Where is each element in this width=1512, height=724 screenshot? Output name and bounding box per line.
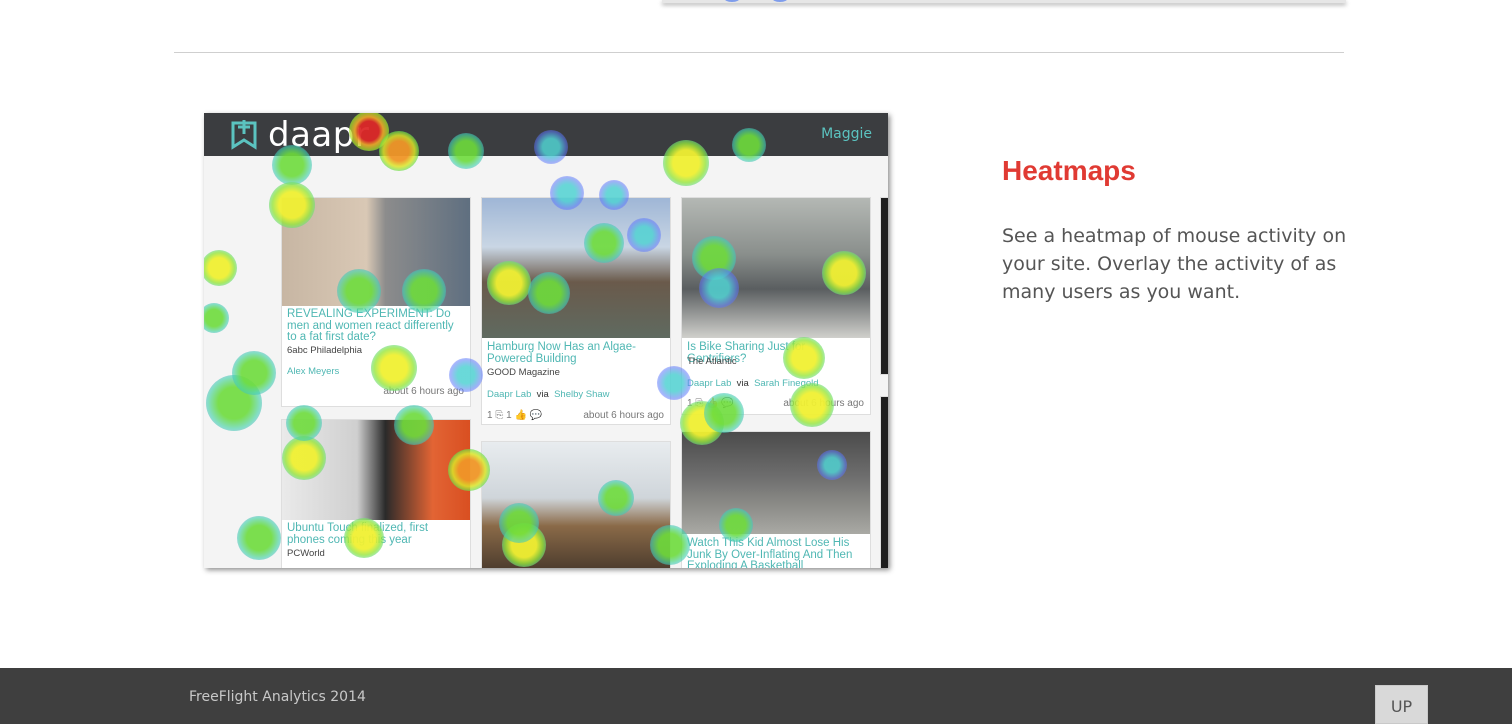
article-card-partial [880, 197, 888, 375]
article-source: The Atlantic [687, 356, 737, 367]
article-sharer: Daapr Lab via Sarah Finegold [687, 378, 819, 389]
article-title: Watch This Kid Almost Lose His Junk By O… [687, 537, 853, 568]
article-thumbnail [682, 198, 870, 338]
article-thumbnail [482, 198, 670, 338]
article-counts: 1 ⎘ 1 👍 💬 [487, 410, 543, 421]
article-source: 6abc Philadelphia [287, 345, 363, 356]
heatmap-preview-image: daapr Maggie REVEALING EXPERIMENT: Do me… [204, 113, 888, 568]
sharer-name: Daapr Lab [487, 389, 532, 400]
heat-spot [204, 250, 237, 286]
heat-spot [206, 375, 262, 431]
via-user: Sarah Finegold [754, 378, 819, 389]
article-time: about 6 hours ago [783, 398, 864, 409]
article-meta: 1 ⎘ 👍 💬 about 6 hours ago [687, 398, 864, 409]
heat-spot [772, 0, 788, 2]
article-title: Hamburg Now Has an Algae-Powered Buildin… [487, 341, 636, 365]
article-card [481, 441, 671, 568]
article-title: Ubuntu Touch finalized, first phones com… [287, 522, 429, 546]
heat-spot [204, 303, 229, 333]
article-card: Watch This Kid Almost Lose His Junk By O… [681, 431, 871, 568]
article-thumbnail [282, 420, 470, 520]
article-card: Is Bike Sharing Just for Gentrifiers? Th… [681, 197, 871, 415]
sharer-name: Alex Meyers [287, 366, 340, 377]
via-label: via [736, 378, 749, 389]
previous-feature-screenshot [662, 0, 1346, 3]
article-card: Hamburg Now Has an Algae-Powered Buildin… [481, 197, 671, 425]
article-card: Ubuntu Touch finalized, first phones com… [281, 419, 471, 568]
article-time: about 6 hours ago [383, 386, 464, 397]
preview-user-name: Maggie [821, 126, 872, 142]
heat-spot [232, 351, 276, 395]
footer: FreeFlight Analytics 2014 [0, 668, 1512, 724]
article-time: about 6 hours ago [583, 410, 664, 421]
article-source: GOOD Magazine [487, 367, 560, 378]
heat-spot [724, 0, 740, 2]
article-sharer: Daapr Lab via Shelby Shaw [487, 389, 610, 400]
feature-title: Heatmaps [1002, 155, 1136, 186]
feature-description: See a heatmap of mouse activity on your … [1002, 225, 1347, 303]
preview-topbar: daapr Maggie [204, 113, 888, 156]
via-label: via [536, 389, 549, 400]
footer-copyright: FreeFlight Analytics 2014 [189, 689, 366, 705]
article-card: REVEALING EXPERIMENT: Do men and women r… [281, 197, 471, 407]
article-thumbnail [282, 198, 470, 306]
scroll-up-button[interactable]: UP [1375, 685, 1428, 724]
preview-brand-name: daapr [268, 115, 370, 155]
article-card-partial [880, 396, 888, 568]
heat-spot [237, 516, 281, 560]
article-title: REVEALING EXPERIMENT: Do men and women r… [287, 308, 454, 343]
article-thumbnail [682, 432, 870, 534]
article-thumbnail [482, 442, 670, 568]
via-user: Shelby Shaw [554, 389, 610, 400]
article-meta: 1 ⎘ 1 👍 💬 about 6 hours ago [487, 410, 664, 421]
bookmark-logo-icon [231, 120, 257, 150]
sharer-name: Daapr Lab [687, 378, 732, 389]
article-counts: 1 ⎘ 👍 💬 [687, 398, 734, 409]
section-divider [174, 52, 1344, 53]
article-sharer: Alex Meyers [287, 366, 339, 377]
article-source: PCWorld [287, 548, 325, 559]
